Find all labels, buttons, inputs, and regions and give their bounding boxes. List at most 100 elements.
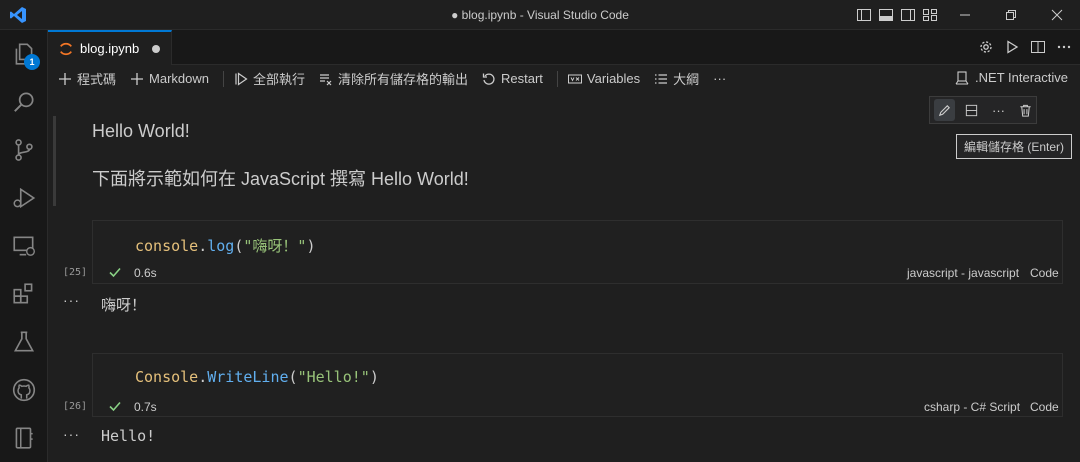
restore-button[interactable] — [988, 0, 1034, 30]
plus-icon — [59, 72, 71, 85]
kernel-icon — [955, 70, 969, 85]
kernel-picker[interactable]: .NET Interactive — [955, 70, 1068, 85]
markdown-paragraph[interactable]: 下面將示範如何在 JavaScript 撰寫 Hello World! — [92, 165, 469, 191]
cell-toolbar: ··· — [929, 96, 1037, 124]
add-code-label: 程式碼 — [77, 72, 117, 87]
run-debug-button[interactable] — [0, 174, 48, 222]
more-actions-icon[interactable] — [1056, 39, 1072, 55]
cell-output: 嗨呀！ — [101, 296, 147, 314]
cell-language-picker[interactable]: csharp - C# Script — [924, 400, 1020, 414]
execution-duration: 0.6s — [134, 266, 157, 280]
code-token-punct: ) — [306, 237, 316, 255]
split-cell-button[interactable] — [961, 99, 982, 121]
variables-button[interactable]: Variables — [567, 71, 641, 86]
source-control-button[interactable] — [0, 126, 48, 174]
notebook-editor: Hello World! 下面將示範如何在 JavaScript 撰寫 Hell… — [48, 92, 1080, 462]
edit-cell-tooltip: 編輯儲存格 (Enter) — [956, 134, 1073, 159]
testing-button[interactable] — [0, 318, 48, 366]
customize-layout-icon[interactable] — [922, 7, 938, 23]
notebook-icon — [15, 427, 33, 449]
ellipsis-icon: ··· — [713, 71, 727, 86]
tab-blog-ipynb[interactable]: blog.ipynb — [48, 30, 172, 65]
notebook-toolbar: 程式碼 Markdown 全部執行 清除所有儲存格的輸出 Restart Var… — [48, 65, 1080, 92]
remote-explorer-button[interactable] — [0, 222, 48, 270]
code-cell[interactable]: Console.WriteLine("Hello!") — [92, 353, 1063, 417]
gear-icon[interactable] — [978, 39, 994, 55]
toggle-primary-sidebar-icon[interactable] — [856, 7, 872, 23]
execution-count: [26] — [63, 401, 88, 412]
cell-type-label[interactable]: Code — [1030, 400, 1059, 414]
execution-count: [25] — [63, 267, 88, 278]
ellipsis-icon: ··· — [992, 102, 1005, 118]
github-icon — [12, 378, 36, 402]
restart-icon — [482, 73, 495, 85]
pencil-icon — [938, 104, 950, 116]
cell-focus-indicator — [53, 116, 56, 206]
notebook-button[interactable] — [0, 414, 48, 462]
trash-icon — [1020, 104, 1031, 117]
toolbar-more-button[interactable]: ··· — [713, 71, 726, 86]
unsaved-dot-icon[interactable] — [152, 44, 161, 53]
split-editor-icon[interactable] — [1030, 39, 1046, 55]
source-control-icon — [15, 139, 33, 161]
split-cell-icon — [965, 104, 978, 116]
restart-label: Restart — [501, 71, 543, 86]
success-check-icon — [109, 267, 121, 278]
clear-all-icon — [320, 73, 332, 85]
kernel-label: .NET Interactive — [975, 70, 1068, 85]
github-button[interactable] — [0, 366, 48, 414]
code-token-string: "Hello!" — [297, 368, 370, 386]
plus-icon — [131, 72, 144, 85]
code-token-function: log — [207, 237, 235, 255]
code-editor-line[interactable]: console.log("嗨呀！") — [135, 235, 315, 256]
code-editor-line[interactable]: Console.WriteLine("Hello!") — [135, 368, 379, 386]
code-token-function: WriteLine — [207, 368, 289, 386]
add-code-cell-button[interactable]: 程式碼 — [58, 69, 116, 88]
restart-button[interactable]: Restart — [482, 71, 543, 86]
clear-all-outputs-button[interactable]: 清除所有儲存格的輸出 — [319, 69, 468, 88]
outline-button[interactable]: 大綱 — [654, 69, 699, 88]
explorer-badge: 1 — [24, 54, 40, 70]
add-markdown-label: Markdown — [149, 71, 209, 86]
outline-label: 大綱 — [673, 72, 700, 87]
tab-label: blog.ipynb — [80, 41, 140, 56]
success-check-icon — [109, 401, 121, 412]
run-all-button[interactable]: 全部執行 — [234, 69, 305, 88]
title-bar: ● blog.ipynb - Visual Studio Code — [0, 0, 1080, 30]
code-token-punct: . — [198, 368, 208, 386]
minimize-icon — [960, 14, 970, 16]
cell-more-button[interactable]: ··· — [988, 99, 1009, 121]
code-token-punct: . — [198, 237, 208, 255]
extensions-icon — [13, 283, 33, 304]
toggle-panel-icon[interactable] — [878, 7, 894, 23]
list-icon — [655, 73, 668, 84]
activity-bar: 1 — [0, 30, 48, 462]
add-markdown-cell-button[interactable]: Markdown — [130, 71, 209, 86]
toggle-secondary-sidebar-icon[interactable] — [900, 7, 916, 23]
cell-type-label[interactable]: Code — [1030, 266, 1059, 280]
extensions-button[interactable] — [0, 270, 48, 318]
delete-cell-button[interactable] — [1015, 99, 1036, 121]
variables-label: Variables — [586, 71, 641, 86]
code-token-object: console — [135, 237, 199, 255]
edit-cell-button[interactable] — [934, 99, 955, 121]
run-all-icon — [235, 71, 248, 86]
close-window-button[interactable] — [1034, 0, 1080, 30]
explorer-button[interactable]: 1 — [0, 30, 48, 78]
cell-language-picker[interactable]: javascript - javascript — [907, 266, 1019, 280]
code-token-string: "嗨呀！" — [243, 237, 307, 255]
markdown-heading[interactable]: Hello World! — [92, 121, 190, 142]
close-icon — [1051, 9, 1063, 21]
restore-icon — [1006, 10, 1016, 20]
run-all-label: 全部執行 — [252, 72, 305, 87]
output-actions-button[interactable]: ··· — [63, 292, 80, 308]
code-token-punct: ( — [288, 368, 298, 386]
toolbar-separator — [556, 70, 558, 87]
minimize-button[interactable] — [942, 0, 988, 30]
search-icon — [14, 92, 34, 112]
variables-icon — [567, 74, 582, 83]
run-debug-icon — [13, 187, 36, 209]
run-icon[interactable] — [1004, 39, 1020, 55]
search-button[interactable] — [0, 78, 48, 126]
output-actions-button[interactable]: ··· — [63, 426, 80, 442]
